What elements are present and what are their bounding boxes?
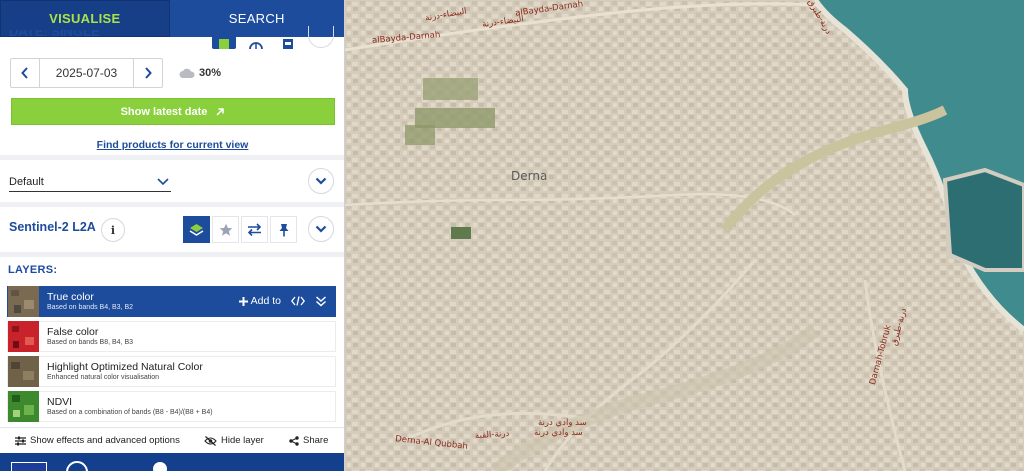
layer-text: False color Based on bands B8, B4, B3 xyxy=(47,326,133,347)
city-label: Derna xyxy=(511,169,548,183)
chevron-down-icon xyxy=(315,177,327,185)
eye-slash-icon xyxy=(204,435,217,446)
layer-text: True color Based on bands B4, B3, B2 xyxy=(47,291,133,312)
layer-title: True color xyxy=(47,291,94,303)
layer-title: NDVI xyxy=(47,396,73,408)
layers-heading: LAYERS: xyxy=(8,264,58,276)
sidebar-panel: VISUALISE SEARCH DATE: SINGLE 2025-07-03… xyxy=(0,0,345,471)
add-to-button[interactable]: Add to xyxy=(238,295,281,307)
layer-thumbnail xyxy=(8,321,39,352)
sliders-icon xyxy=(15,436,26,445)
eu-flag-logo xyxy=(11,462,47,471)
layer-thumbnail xyxy=(8,356,39,387)
section-divider xyxy=(0,252,344,257)
single-date-mode-icon[interactable] xyxy=(212,27,236,49)
map-view[interactable]: alBayda-Darnah البيضاء-درنة alBayda-Darn… xyxy=(345,0,1024,471)
dataset-expand-button[interactable] xyxy=(308,216,334,242)
date-picker: 2025-07-03 xyxy=(10,58,163,88)
layer-bottom-bar: Show effects and advanced options Hide l… xyxy=(0,427,344,453)
layer-description: Based on a combination of bands (B8 - B4… xyxy=(47,409,213,416)
layer-title: False color xyxy=(47,326,99,338)
share-label: Share xyxy=(303,435,329,446)
layers-icon[interactable] xyxy=(183,216,210,243)
layer-text: NDVI Based on a combination of bands (B8… xyxy=(47,396,213,417)
layer-text: Highlight Optimized Natural Color Enhanc… xyxy=(47,361,203,382)
hide-layer-label: Hide layer xyxy=(221,435,264,446)
show-latest-date-button[interactable]: Show latest date xyxy=(11,98,335,125)
dataset-toolbar xyxy=(183,216,297,243)
add-to-label: Add to xyxy=(250,295,281,307)
section-divider xyxy=(0,155,344,160)
date-panel-collapse-button[interactable] xyxy=(308,26,334,48)
chevron-down-icon xyxy=(315,225,327,233)
hide-layer-button[interactable]: Hide layer xyxy=(204,435,264,446)
chevron-right-icon xyxy=(145,67,152,79)
chevron-down-icon xyxy=(157,178,169,185)
layer-thumbnail xyxy=(8,286,39,317)
footer-icon xyxy=(153,462,167,471)
show-effects-button[interactable]: Show effects and advanced options xyxy=(15,435,180,446)
arrow-up-right-icon xyxy=(216,107,225,116)
globe-icon[interactable] xyxy=(244,27,268,49)
cloud-icon xyxy=(179,68,195,78)
dam-label: سد وادي درنة xyxy=(538,418,587,428)
dataset-name: Sentinel-2 L2A xyxy=(9,220,96,234)
layer-thumbnail xyxy=(8,391,39,422)
date-picker-row: 2025-07-03 30% xyxy=(10,58,221,88)
cloud-coverage: 30% xyxy=(179,67,221,79)
double-chevron-down-icon[interactable] xyxy=(315,295,327,307)
chevron-left-icon xyxy=(21,67,28,79)
layer-actions: Add to xyxy=(238,295,327,307)
code-icon[interactable] xyxy=(291,296,305,306)
plus-icon xyxy=(238,296,248,306)
show-latest-date-label: Show latest date xyxy=(120,105,208,118)
layer-highlight-optimized-natural-color[interactable]: Highlight Optimized Natural Color Enhanc… xyxy=(7,356,336,387)
mode-select-value: Default xyxy=(9,175,44,188)
date-mode-heading[interactable]: DATE: SINGLE xyxy=(9,30,100,44)
layer-ndvi[interactable]: NDVI Based on a combination of bands (B8… xyxy=(7,391,336,422)
find-products-link[interactable]: Find products for current view xyxy=(0,139,344,151)
share-icon xyxy=(289,435,299,446)
previous-date-button[interactable] xyxy=(11,59,39,87)
layer-title: Highlight Optimized Natural Color xyxy=(47,361,203,373)
footer-bar xyxy=(0,453,344,471)
footer-logo xyxy=(66,461,88,471)
date-mode-icons xyxy=(212,27,300,49)
compare-arrows-icon[interactable] xyxy=(241,216,268,243)
show-effects-label: Show effects and advanced options xyxy=(30,435,180,446)
calendar-compare-icon[interactable] xyxy=(276,27,300,49)
layer-true-color[interactable]: True color Based on bands B4, B3, B2 Add… xyxy=(7,286,336,317)
layer-description: Enhanced natural color visualisation xyxy=(47,374,160,381)
section-divider xyxy=(0,202,344,207)
star-icon[interactable] xyxy=(212,216,239,243)
next-date-button[interactable] xyxy=(134,59,162,87)
layer-description: Based on bands B8, B4, B3 xyxy=(47,339,134,346)
pin-icon[interactable] xyxy=(270,216,297,243)
layer-false-color[interactable]: False color Based on bands B8, B4, B3 xyxy=(7,321,336,352)
share-button[interactable]: Share xyxy=(289,435,328,446)
date-input[interactable]: 2025-07-03 xyxy=(39,59,134,87)
satellite-imagery xyxy=(345,0,1024,471)
cloud-coverage-value: 30% xyxy=(199,67,222,79)
mode-expand-button[interactable] xyxy=(308,168,334,194)
dam-label: سد وادي درنة xyxy=(534,428,583,438)
dataset-info-button[interactable]: i xyxy=(101,218,125,242)
mode-select[interactable]: Default xyxy=(9,172,171,192)
layer-description: Based on bands B4, B3, B2 xyxy=(47,304,134,311)
